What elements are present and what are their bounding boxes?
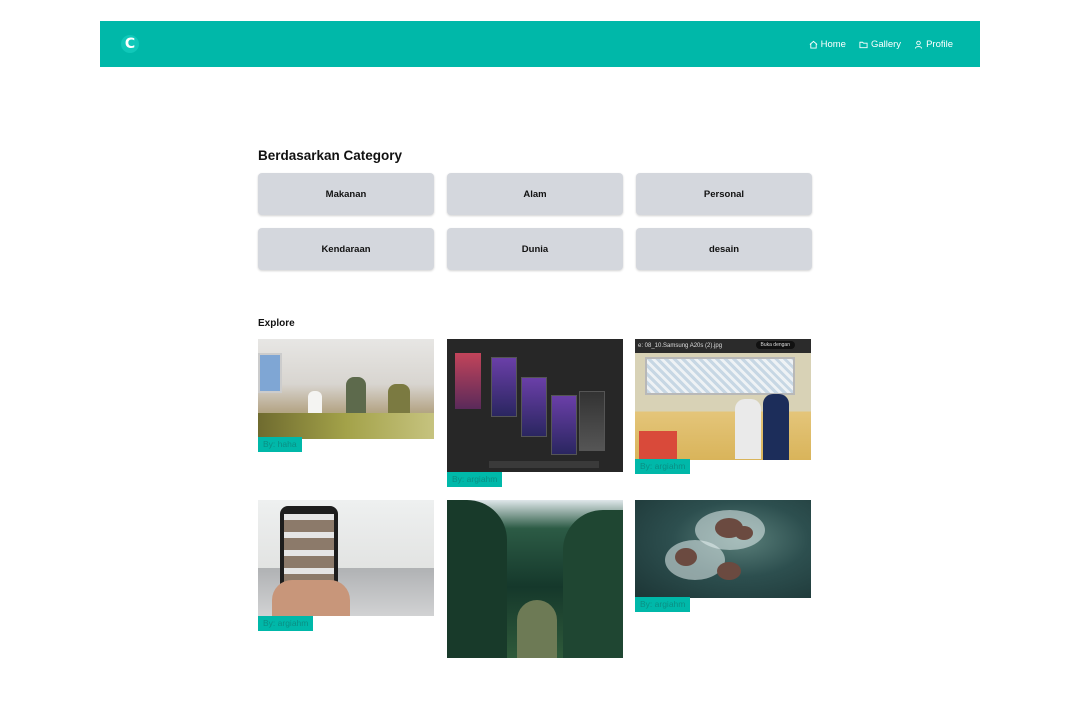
logo-letter: C: [124, 36, 136, 52]
gallery-photo[interactable]: [447, 500, 623, 658]
image-filename: e: 08_10.Samsung A20s (2).jpg: [638, 343, 723, 349]
category-button-personal[interactable]: Personal: [636, 173, 812, 215]
category-button-alam[interactable]: Alam: [447, 173, 623, 215]
nav-profile-label: Profile: [926, 38, 953, 50]
author-label: By: argiahm: [635, 459, 691, 474]
gallery-card[interactable]: e: 08_10.Samsung A20s (2).jpg Buka denga…: [635, 339, 811, 474]
gallery-photo[interactable]: e: 08_10.Samsung A20s (2).jpg Buka denga…: [635, 339, 811, 460]
author-label: By: argiahm: [447, 472, 503, 487]
nav-gallery-label: Gallery: [870, 38, 902, 50]
folder-icon: [859, 41, 868, 48]
open-with-button: Buka dengan: [755, 341, 795, 349]
gallery-photo[interactable]: [447, 339, 623, 472]
gallery-card[interactable]: [447, 500, 623, 658]
explore-heading: Explore: [258, 318, 295, 329]
category-grid: Makanan Alam Personal Kendaraan Dunia de…: [258, 173, 812, 270]
nav-gallery-link[interactable]: Gallery: [859, 39, 901, 50]
nav-links: Home Gallery Profile: [809, 39, 953, 50]
gallery-photo[interactable]: [258, 339, 434, 439]
author-label: By: argiahm: [258, 616, 314, 631]
gallery-photo[interactable]: [635, 500, 811, 598]
gallery-card[interactable]: By: argiahm: [447, 339, 623, 487]
gallery-card[interactable]: By: argiahm: [635, 500, 811, 612]
author-label: By: haha: [258, 437, 302, 452]
gallery-card[interactable]: By: argiahm: [258, 500, 434, 631]
top-navbar: C Home Gallery Profile: [100, 21, 980, 67]
category-button-desain[interactable]: desain: [636, 228, 812, 270]
category-button-makanan[interactable]: Makanan: [258, 173, 434, 215]
category-heading: Berdasarkan Category: [258, 148, 403, 163]
nav-home-link[interactable]: Home: [809, 39, 846, 50]
category-button-kendaraan[interactable]: Kendaraan: [258, 228, 434, 270]
user-icon: [914, 40, 923, 49]
home-icon: [809, 40, 818, 49]
gallery-photo[interactable]: [258, 500, 434, 616]
gallery-card[interactable]: By: haha: [258, 339, 434, 452]
author-label: By: argiahm: [635, 597, 691, 612]
image-viewer-bar: e: 08_10.Samsung A20s (2).jpg Buka denga…: [635, 339, 811, 353]
nav-home-label: Home: [820, 38, 846, 50]
nav-profile-link[interactable]: Profile: [914, 39, 953, 50]
brand-logo[interactable]: C: [121, 35, 139, 53]
category-button-dunia[interactable]: Dunia: [447, 228, 623, 270]
